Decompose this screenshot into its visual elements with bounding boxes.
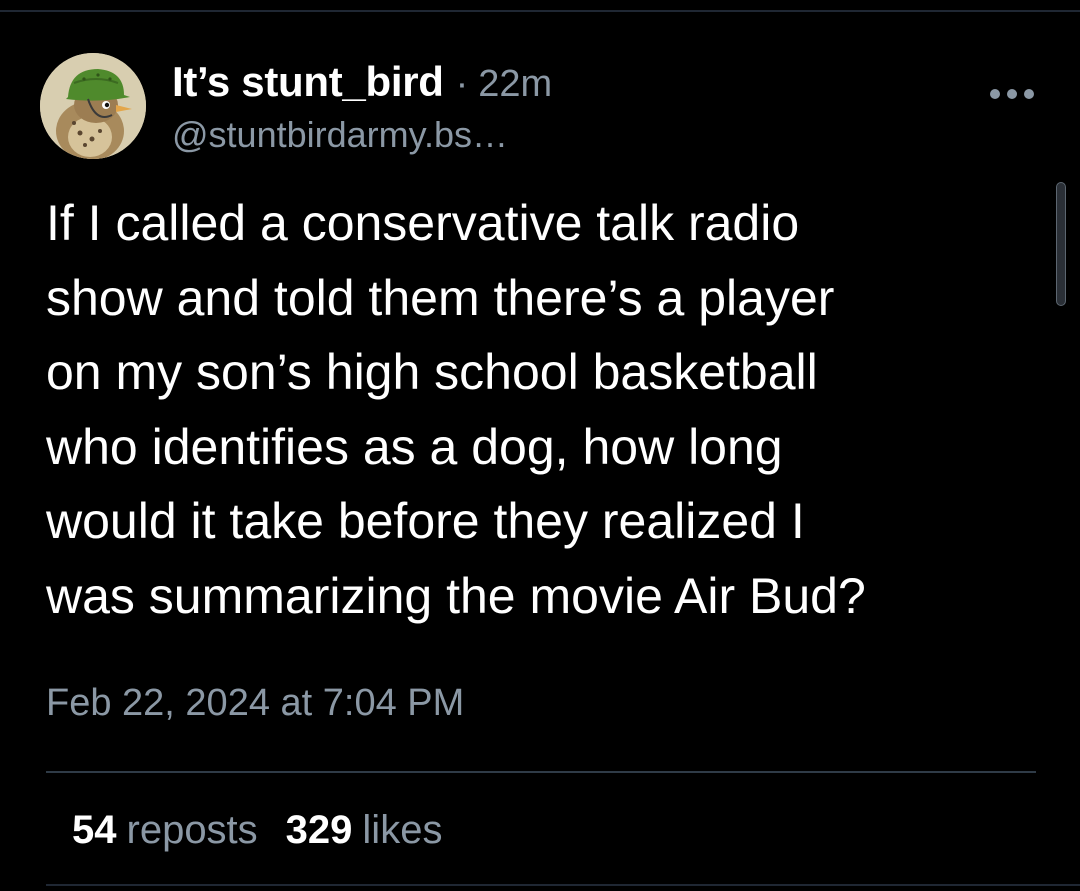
reposts-count: 54 <box>72 808 117 852</box>
more-options-button[interactable] <box>990 82 1034 106</box>
engagement-stats: 54 reposts 329 likes <box>72 808 442 853</box>
author-line: It’s stunt_bird · 22m <box>172 58 960 106</box>
likes-stat[interactable]: 329 likes <box>286 808 443 852</box>
bottom-divider <box>46 884 1080 886</box>
likes-count: 329 <box>285 808 353 852</box>
post-body-text: If I called a conservative talk radio sh… <box>46 195 866 624</box>
reposts-stat[interactable]: 54 reposts <box>72 808 258 852</box>
relative-timestamp: 22m <box>478 63 553 105</box>
post-header: It’s stunt_bird · 22m @stuntbirdarmy.bs… <box>172 58 960 156</box>
ellipsis-icon <box>990 89 1000 99</box>
ellipsis-icon <box>1007 89 1017 99</box>
reposts-label: reposts <box>126 808 258 852</box>
scrollbar-thumb[interactable] <box>1056 182 1066 306</box>
post-date: Feb 22, 2024 at 7:04 PM <box>46 682 465 724</box>
top-divider <box>0 10 1080 12</box>
stats-divider <box>46 771 1036 773</box>
author-handle[interactable]: @stuntbirdarmy.bs… <box>172 114 960 156</box>
likes-label: likes <box>362 808 443 852</box>
ellipsis-icon <box>1024 89 1034 99</box>
bird-with-army-helmet-avatar-icon <box>40 53 146 159</box>
author-avatar[interactable] <box>40 53 146 159</box>
separator-dot: · <box>455 63 469 105</box>
author-display-name[interactable]: It’s stunt_bird <box>172 58 444 106</box>
